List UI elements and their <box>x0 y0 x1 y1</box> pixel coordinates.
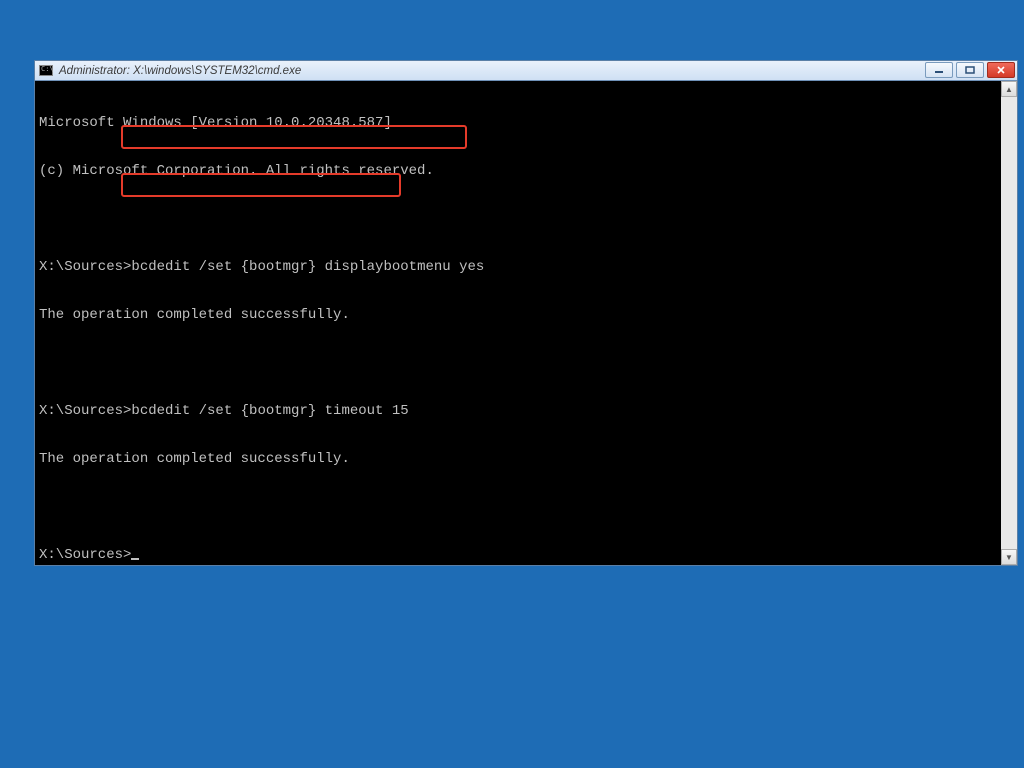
result-line: The operation completed successfully. <box>39 307 1001 323</box>
command-text: bcdedit /set {bootmgr} displaybootmenu y… <box>131 259 484 275</box>
window-title: Administrator: X:\windows\SYSTEM32\cmd.e… <box>59 65 301 77</box>
prompt: X:\Sources> <box>39 547 131 563</box>
maximize-icon <box>965 66 975 74</box>
banner-line: (c) Microsoft Corporation. All rights re… <box>39 163 1001 179</box>
cursor <box>131 558 139 560</box>
prompt: X:\Sources> <box>39 403 131 419</box>
console-output[interactable]: Microsoft Windows [Version 10.0.20348.58… <box>39 83 1001 563</box>
command-text: bcdedit /set {bootmgr} timeout 15 <box>131 403 408 419</box>
command-line: X:\Sources>bcdedit /set {bootmgr} timeou… <box>39 403 1001 419</box>
command-line: X:\Sources>bcdedit /set {bootmgr} displa… <box>39 259 1001 275</box>
titlebar[interactable]: Administrator: X:\windows\SYSTEM32\cmd.e… <box>35 61 1017 81</box>
vertical-scrollbar[interactable]: ▲ ▼ <box>1001 81 1017 565</box>
scroll-up-button[interactable]: ▲ <box>1001 81 1017 97</box>
banner-line: Microsoft Windows [Version 10.0.20348.58… <box>39 115 1001 131</box>
current-prompt-line: X:\Sources> <box>39 547 1001 563</box>
cmd-window: Administrator: X:\windows\SYSTEM32\cmd.e… <box>34 60 1018 566</box>
client-area: Microsoft Windows [Version 10.0.20348.58… <box>35 81 1017 565</box>
window-buttons <box>925 62 1015 78</box>
close-icon <box>996 66 1006 74</box>
minimize-button[interactable] <box>925 62 953 78</box>
blank-line <box>39 211 1001 227</box>
blank-line <box>39 355 1001 371</box>
scroll-down-button[interactable]: ▼ <box>1001 549 1017 565</box>
cmd-icon <box>39 65 53 76</box>
result-line: The operation completed successfully. <box>39 451 1001 467</box>
blank-line <box>39 499 1001 515</box>
close-button[interactable] <box>987 62 1015 78</box>
maximize-button[interactable] <box>956 62 984 78</box>
minimize-icon <box>934 66 944 74</box>
prompt: X:\Sources> <box>39 259 131 275</box>
